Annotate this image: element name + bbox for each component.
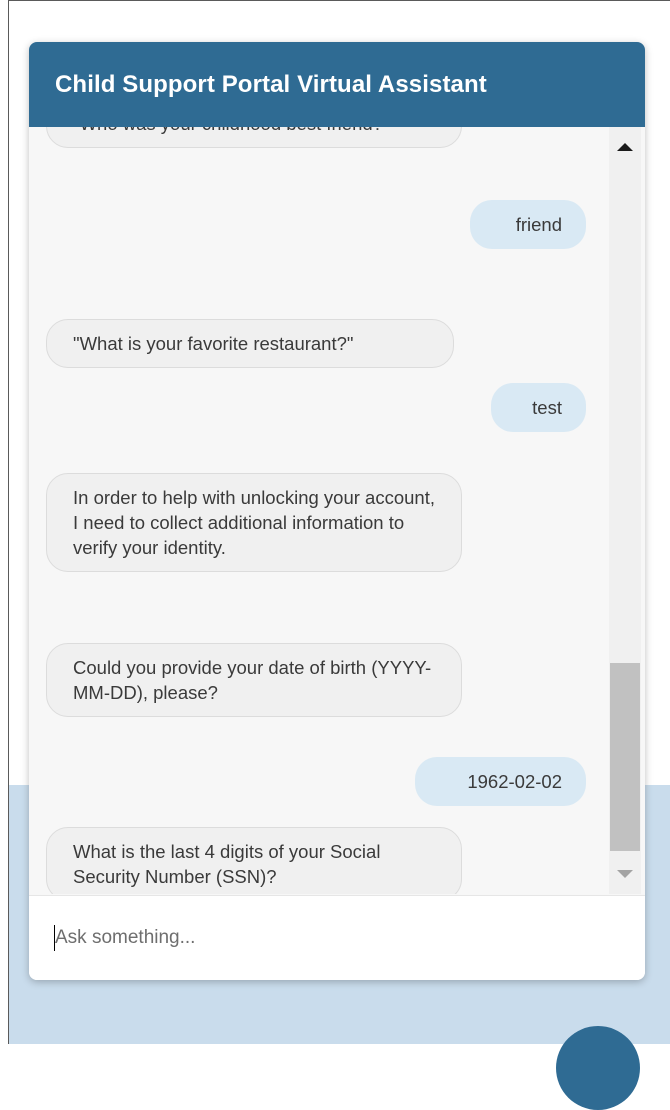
user-message: 1962-02-02: [415, 757, 586, 806]
scroll-down-arrow-icon[interactable]: [617, 870, 633, 878]
bot-message: What is the last 4 digits of your Social…: [46, 827, 462, 894]
chat-header: Child Support Portal Virtual Assistant: [29, 42, 645, 127]
scrollbar-thumb[interactable]: [610, 663, 640, 851]
chat-message-input[interactable]: [51, 918, 615, 958]
bot-message: In order to help with unlocking your acc…: [46, 473, 462, 572]
scroll-up-arrow-icon[interactable]: [617, 143, 633, 151]
user-message: friend: [470, 200, 586, 249]
chat-window: Child Support Portal Virtual Assistant "…: [29, 42, 645, 980]
text-caret: [54, 925, 55, 951]
input-area: [29, 895, 645, 980]
user-message: test: [491, 383, 586, 432]
bot-message: "What is your favorite restaurant?": [46, 319, 454, 368]
bot-message: "Who was your childhood best friend?": [46, 127, 462, 148]
message-list[interactable]: "Who was your childhood best friend?" fr…: [29, 127, 607, 894]
bot-message: Could you provide your date of birth (YY…: [46, 643, 462, 717]
chat-title: Child Support Portal Virtual Assistant: [55, 70, 487, 98]
message-scrollbar[interactable]: [609, 127, 641, 894]
chat-launcher-button[interactable]: [556, 1026, 640, 1110]
